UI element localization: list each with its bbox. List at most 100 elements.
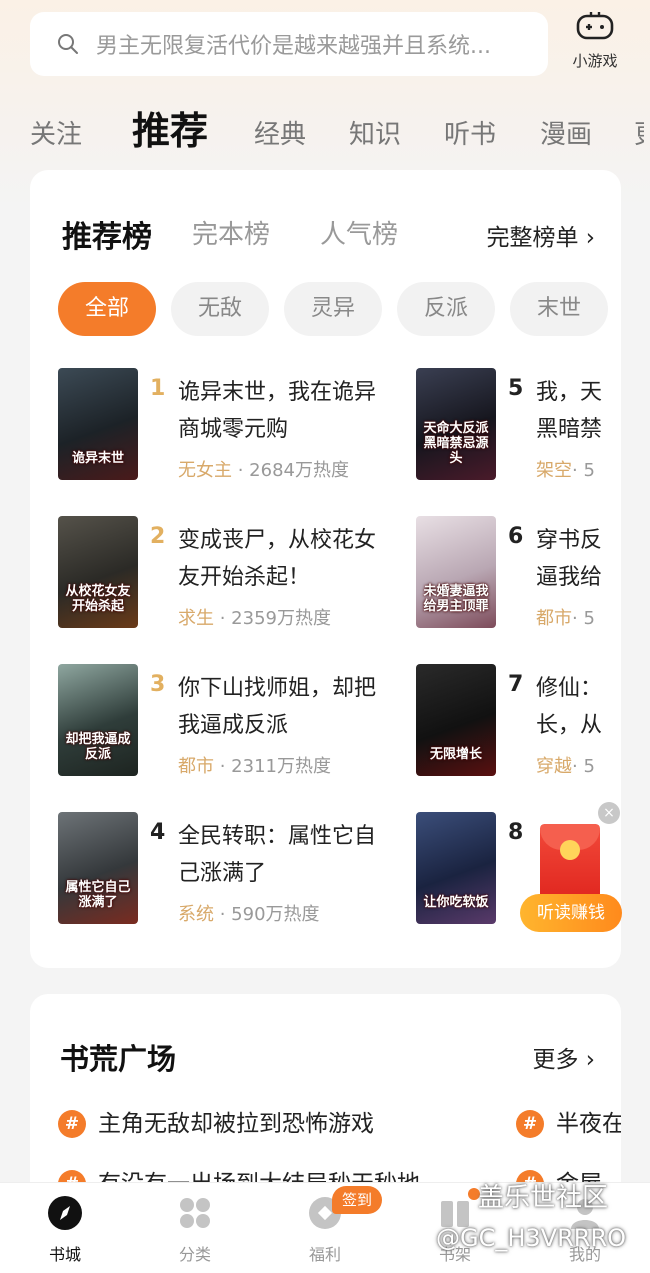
book-item[interactable]: 属性它自己涨满了 4 全民转职：属性它自己涨满了 系统 · 590万热度 — [58, 812, 388, 926]
tab-classic[interactable]: 经典 — [254, 114, 306, 151]
gamepad-icon — [576, 12, 614, 40]
book-tag: 求生 — [178, 608, 214, 629]
topic-text: 半夜在 — [556, 1111, 621, 1137]
book-heat: · 5 — [572, 460, 595, 481]
book-meta: 穿越· 5 — [536, 752, 595, 778]
book-meta: 求生 · 2359万热度 — [178, 604, 331, 630]
nav-bookstore[interactable]: 书城 — [20, 1195, 110, 1265]
book-cover: 无限增长 — [416, 664, 496, 776]
hash-icon: # — [58, 1110, 86, 1138]
user-icon — [571, 1199, 599, 1229]
book-item[interactable]: 却把我逼成反派 3 你下山找师姐，却把我逼成反派 都市 · 2311万热度 — [58, 664, 388, 778]
rank-number: 4 — [150, 820, 166, 845]
search-bar[interactable]: 男主无限复活代价是越来越强并且系统... — [30, 12, 548, 76]
topic-text: 主角无敌却被拉到恐怖游戏 — [98, 1111, 374, 1137]
book-meta: 架空· 5 — [536, 456, 595, 482]
book-cover: 诡异末世 — [58, 368, 138, 480]
listen-earn-widget[interactable]: 听读赚钱 × — [520, 802, 622, 932]
book-title: 变成丧尸，从校花女友开始杀起！ — [178, 528, 377, 590]
book-cover: 让你吃软饭 — [416, 812, 496, 924]
bottom-nav: 书城 分类 福利 书架 我的 — [0, 1182, 650, 1273]
tab-follow[interactable]: 关注 — [30, 114, 82, 151]
cover-title: 属性它自己涨满了 — [65, 880, 131, 910]
tab-recommend-rank[interactable]: 推荐榜 — [62, 212, 152, 256]
nav-category[interactable]: 分类 — [150, 1195, 240, 1265]
book-item[interactable]: 从校花女友开始杀起 2 变成丧尸，从校花女友开始杀起！ 求生 · 2359万热度 — [58, 516, 388, 630]
nav-label: 书架 — [438, 1245, 471, 1264]
rank-number: 6 — [508, 524, 524, 549]
plaza-title: 书荒广场 — [60, 1042, 177, 1076]
cover-title: 未婚妻逼我给男主顶罪 — [423, 584, 489, 614]
book-tag: 无女主 — [178, 460, 232, 481]
book-heat: 2359万热度 — [231, 608, 331, 629]
book-item[interactable]: 诡异末世 1 诡异末世，我在诡异商城零元购 无女主 · 2684万热度 — [58, 368, 388, 481]
nav-bookshelf[interactable]: 书架 — [410, 1195, 500, 1265]
bookshelf-icon — [441, 1201, 469, 1227]
book-title: 穿书反逼我给 — [536, 528, 603, 590]
search-placeholder: 男主无限复活代价是越来越强并且系统... — [96, 34, 491, 59]
tab-audiobook[interactable]: 听书 — [444, 114, 496, 151]
book-tag: 架空 — [536, 460, 572, 481]
coin-icon — [560, 840, 580, 860]
book-heat: · 5 — [572, 756, 595, 777]
plaza-more-link[interactable]: 更多 › — [532, 1040, 595, 1074]
book-cover: 却把我逼成反派 — [58, 664, 138, 776]
nav-label: 分类 — [178, 1245, 211, 1264]
search-icon — [58, 34, 78, 54]
book-item[interactable]: 天命大反派黑暗禁忌源头 5 我，天黑暗禁 架空· 5 — [416, 368, 621, 482]
cover-title: 天命大反派黑暗禁忌源头 — [423, 421, 489, 466]
book-item[interactable]: 未婚妻逼我给男主顶罪 6 穿书反逼我给 都市· 5 — [416, 516, 621, 630]
book-title: 全民转职：属性它自己涨满了 — [178, 824, 377, 886]
book-meta: 都市 · 2311万热度 — [178, 752, 331, 778]
top-tabs: 关注 推荐 经典 知识 听书 漫画 更 — [0, 98, 650, 158]
meta-separator: · — [214, 608, 232, 629]
book-title: 诡异末世，我在诡异商城零元购 — [178, 380, 377, 442]
book-tag: 穿越 — [536, 756, 572, 777]
cover-title: 却把我逼成反派 — [65, 732, 131, 762]
book-plaza-card: 书荒广场 更多 › #主角无敌却被拉到恐怖游戏 #半夜在 #有没有一出场到大结局… — [30, 994, 621, 1214]
tab-knowledge[interactable]: 知识 — [349, 114, 401, 151]
nav-label: 福利 — [308, 1245, 341, 1264]
meta-separator: · — [214, 756, 232, 777]
tab-finished-rank[interactable]: 完本榜 — [192, 214, 270, 251]
rank-number: 3 — [150, 672, 166, 697]
book-heat: 590万热度 — [231, 904, 320, 925]
book-item[interactable]: 无限增长 7 修仙：长，从 穿越· 5 — [416, 664, 621, 778]
close-icon[interactable]: × — [598, 802, 620, 824]
book-heat: · 5 — [572, 608, 595, 629]
nav-label: 我的 — [568, 1245, 601, 1264]
checkin-badge[interactable]: 签到 — [332, 1186, 382, 1214]
tab-overflow[interactable]: 更 — [634, 114, 644, 151]
cover-title: 让你吃软饭 — [423, 895, 489, 910]
book-cover: 从校花女友开始杀起 — [58, 516, 138, 628]
book-meta: 系统 · 590万热度 — [178, 900, 320, 926]
tab-popular-rank[interactable]: 人气榜 — [320, 214, 398, 251]
tab-comics[interactable]: 漫画 — [540, 114, 592, 151]
book-title: 你下山找师姐，却把我逼成反派 — [178, 676, 377, 738]
grid-icon — [180, 1198, 210, 1228]
minigame-button[interactable]: 小游戏 — [560, 10, 630, 71]
nav-profile[interactable]: 我的 — [540, 1195, 630, 1265]
minigame-label: 小游戏 — [572, 52, 618, 70]
book-title: 修仙：长，从 — [536, 676, 603, 738]
cover-title: 无限增长 — [429, 747, 482, 762]
nav-label: 书城 — [48, 1245, 81, 1264]
topic-item[interactable]: # 主角无敌却被拉到恐怖游戏 — [58, 1104, 374, 1138]
chip-invincible[interactable]: 无敌 — [171, 282, 269, 336]
book-cover: 未婚妻逼我给男主顶罪 — [416, 516, 496, 628]
compass-icon — [48, 1196, 82, 1230]
book-cover: 属性它自己涨满了 — [58, 812, 138, 924]
chip-all[interactable]: 全部 — [58, 282, 156, 336]
rank-number: 7 — [508, 672, 524, 697]
book-cover: 天命大反派黑暗禁忌源头 — [416, 368, 496, 480]
meta-separator: · — [232, 460, 250, 481]
chip-supernatural[interactable]: 灵异 — [284, 282, 382, 336]
tab-recommend[interactable]: 推荐 — [132, 100, 208, 155]
rank-number: 1 — [150, 376, 166, 401]
hash-icon: # — [516, 1110, 544, 1138]
rank-number: 2 — [150, 524, 166, 549]
book-tag: 系统 — [178, 904, 214, 925]
book-meta: 都市· 5 — [536, 604, 595, 630]
topic-item[interactable]: # 半夜在 — [516, 1104, 621, 1138]
listen-earn-label[interactable]: 听读赚钱 — [520, 894, 622, 932]
